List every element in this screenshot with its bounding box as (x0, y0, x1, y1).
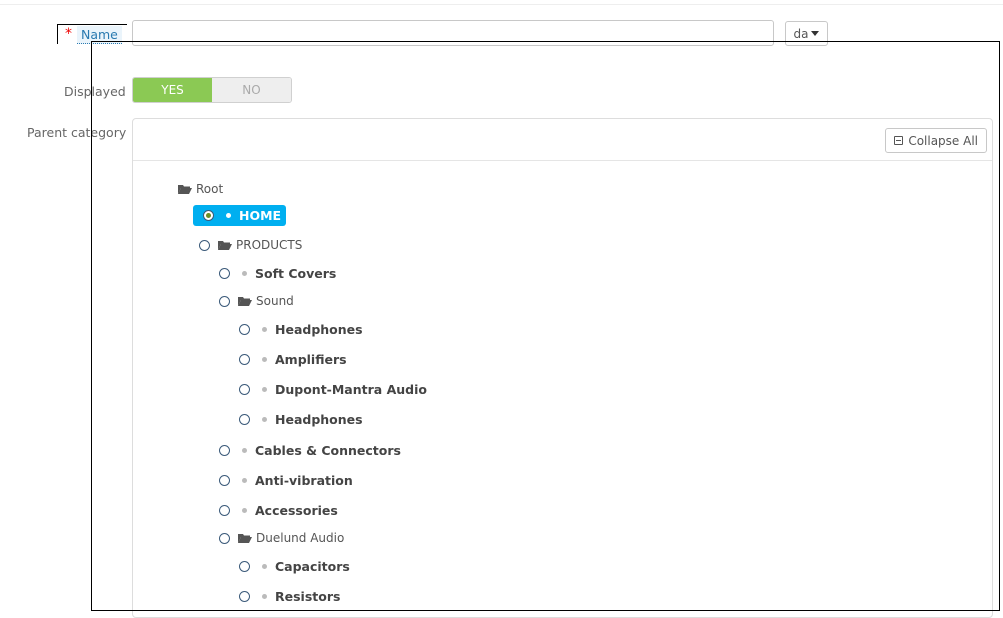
tree-node-label: HOME (239, 208, 282, 223)
tree-node-label: Cables & Connectors (255, 443, 401, 458)
bullet-icon (226, 213, 231, 218)
bullet-icon (242, 448, 247, 453)
tree-node-label: Capacitors (275, 559, 350, 574)
radio-dupont-mantra-audio[interactable] (239, 384, 250, 395)
category-tree-panel: Collapse All Root HOME PRODUCTS Soft Cov… (132, 118, 993, 618)
tree-node-label: Resistors (275, 589, 341, 604)
folder-open-icon (178, 185, 192, 194)
tree-node-label: Headphones (275, 322, 363, 337)
parent-category-label: Parent category (27, 125, 127, 140)
tree-node-resistors[interactable]: Resistors (239, 589, 340, 604)
tree-node-headphones-2[interactable]: Headphones (239, 412, 363, 427)
radio-resistors[interactable] (239, 591, 250, 602)
bullet-icon (242, 508, 247, 513)
bullet-icon (262, 564, 267, 569)
displayed-toggle[interactable]: YES NO (132, 77, 292, 103)
tree-node-soft-covers[interactable]: Soft Covers (219, 266, 336, 281)
tree-node-label: Root (196, 182, 224, 196)
radio-cables-connectors[interactable] (219, 445, 230, 456)
radio-headphones[interactable] (239, 324, 250, 335)
tree-node-label: Dupont-Mantra Audio (275, 382, 427, 397)
tree-node-label: PRODUCTS (236, 238, 303, 252)
tree-node-accessories[interactable]: Accessories (219, 503, 338, 518)
bullet-icon (242, 478, 247, 483)
radio-duelund-audio[interactable] (219, 532, 230, 544)
radio-accessories[interactable] (219, 505, 230, 516)
displayed-yes-option[interactable]: YES (133, 78, 212, 102)
tree-node-home[interactable]: HOME (193, 205, 287, 226)
bullet-icon (262, 327, 267, 332)
tree-node-label: Anti-vibration (255, 473, 353, 488)
tree-node-label: Amplifiers (275, 352, 347, 367)
tree-node-sound[interactable]: Sound (219, 294, 294, 308)
radio-soft-covers[interactable] (219, 268, 230, 279)
tree-node-dupont-mantra-audio[interactable]: Dupont-Mantra Audio (239, 382, 427, 397)
language-dropdown[interactable]: da (785, 21, 828, 46)
radio-headphones-2[interactable] (239, 414, 250, 425)
radio-amplifiers[interactable] (239, 354, 250, 365)
collapse-all-label: Collapse All (908, 133, 978, 148)
tree-node-capacitors[interactable]: Capacitors (239, 559, 350, 574)
folder-open-icon (238, 534, 252, 543)
caret-down-icon (811, 31, 820, 36)
tree-node-label: Accessories (255, 503, 338, 518)
bullet-icon (262, 594, 267, 599)
displayed-label: Displayed (64, 84, 126, 99)
folder-open-icon (238, 297, 252, 306)
name-input[interactable] (132, 20, 774, 46)
bullet-icon (242, 271, 247, 276)
tree-node-duelund-audio[interactable]: Duelund Audio (219, 531, 344, 545)
radio-capacitors[interactable] (239, 561, 250, 572)
tree-node-label: Headphones (275, 412, 363, 427)
tree-node-products[interactable]: PRODUCTS (199, 238, 302, 252)
required-marker: * (65, 26, 72, 42)
radio-anti-vibration[interactable] (219, 475, 230, 486)
tree-node-label: Sound (256, 294, 294, 308)
tree-node-root[interactable]: Root (178, 182, 223, 196)
tree-node-cables-connectors[interactable]: Cables & Connectors (219, 443, 401, 458)
bullet-icon (262, 417, 267, 422)
tree-node-label: Soft Covers (255, 266, 337, 281)
tree-toolbar: Collapse All (133, 119, 992, 161)
minus-square-icon (894, 136, 904, 145)
radio-products[interactable] (199, 239, 210, 251)
bullet-icon (262, 387, 267, 392)
radio-sound[interactable] (219, 295, 230, 307)
language-code: da (793, 26, 809, 41)
bullet-icon (262, 357, 267, 362)
name-label: Name (77, 26, 122, 44)
collapse-all-button[interactable]: Collapse All (885, 128, 987, 153)
top-divider (0, 4, 1003, 5)
tree-node-amplifiers[interactable]: Amplifiers (239, 352, 347, 367)
tree-node-label: Duelund Audio (256, 531, 345, 545)
folder-open-icon (218, 241, 232, 250)
displayed-no-option[interactable]: NO (212, 78, 291, 102)
tree-node-headphones[interactable]: Headphones (239, 322, 363, 337)
radio-home[interactable] (203, 210, 214, 221)
tree-node-anti-vibration[interactable]: Anti-vibration (219, 473, 353, 488)
